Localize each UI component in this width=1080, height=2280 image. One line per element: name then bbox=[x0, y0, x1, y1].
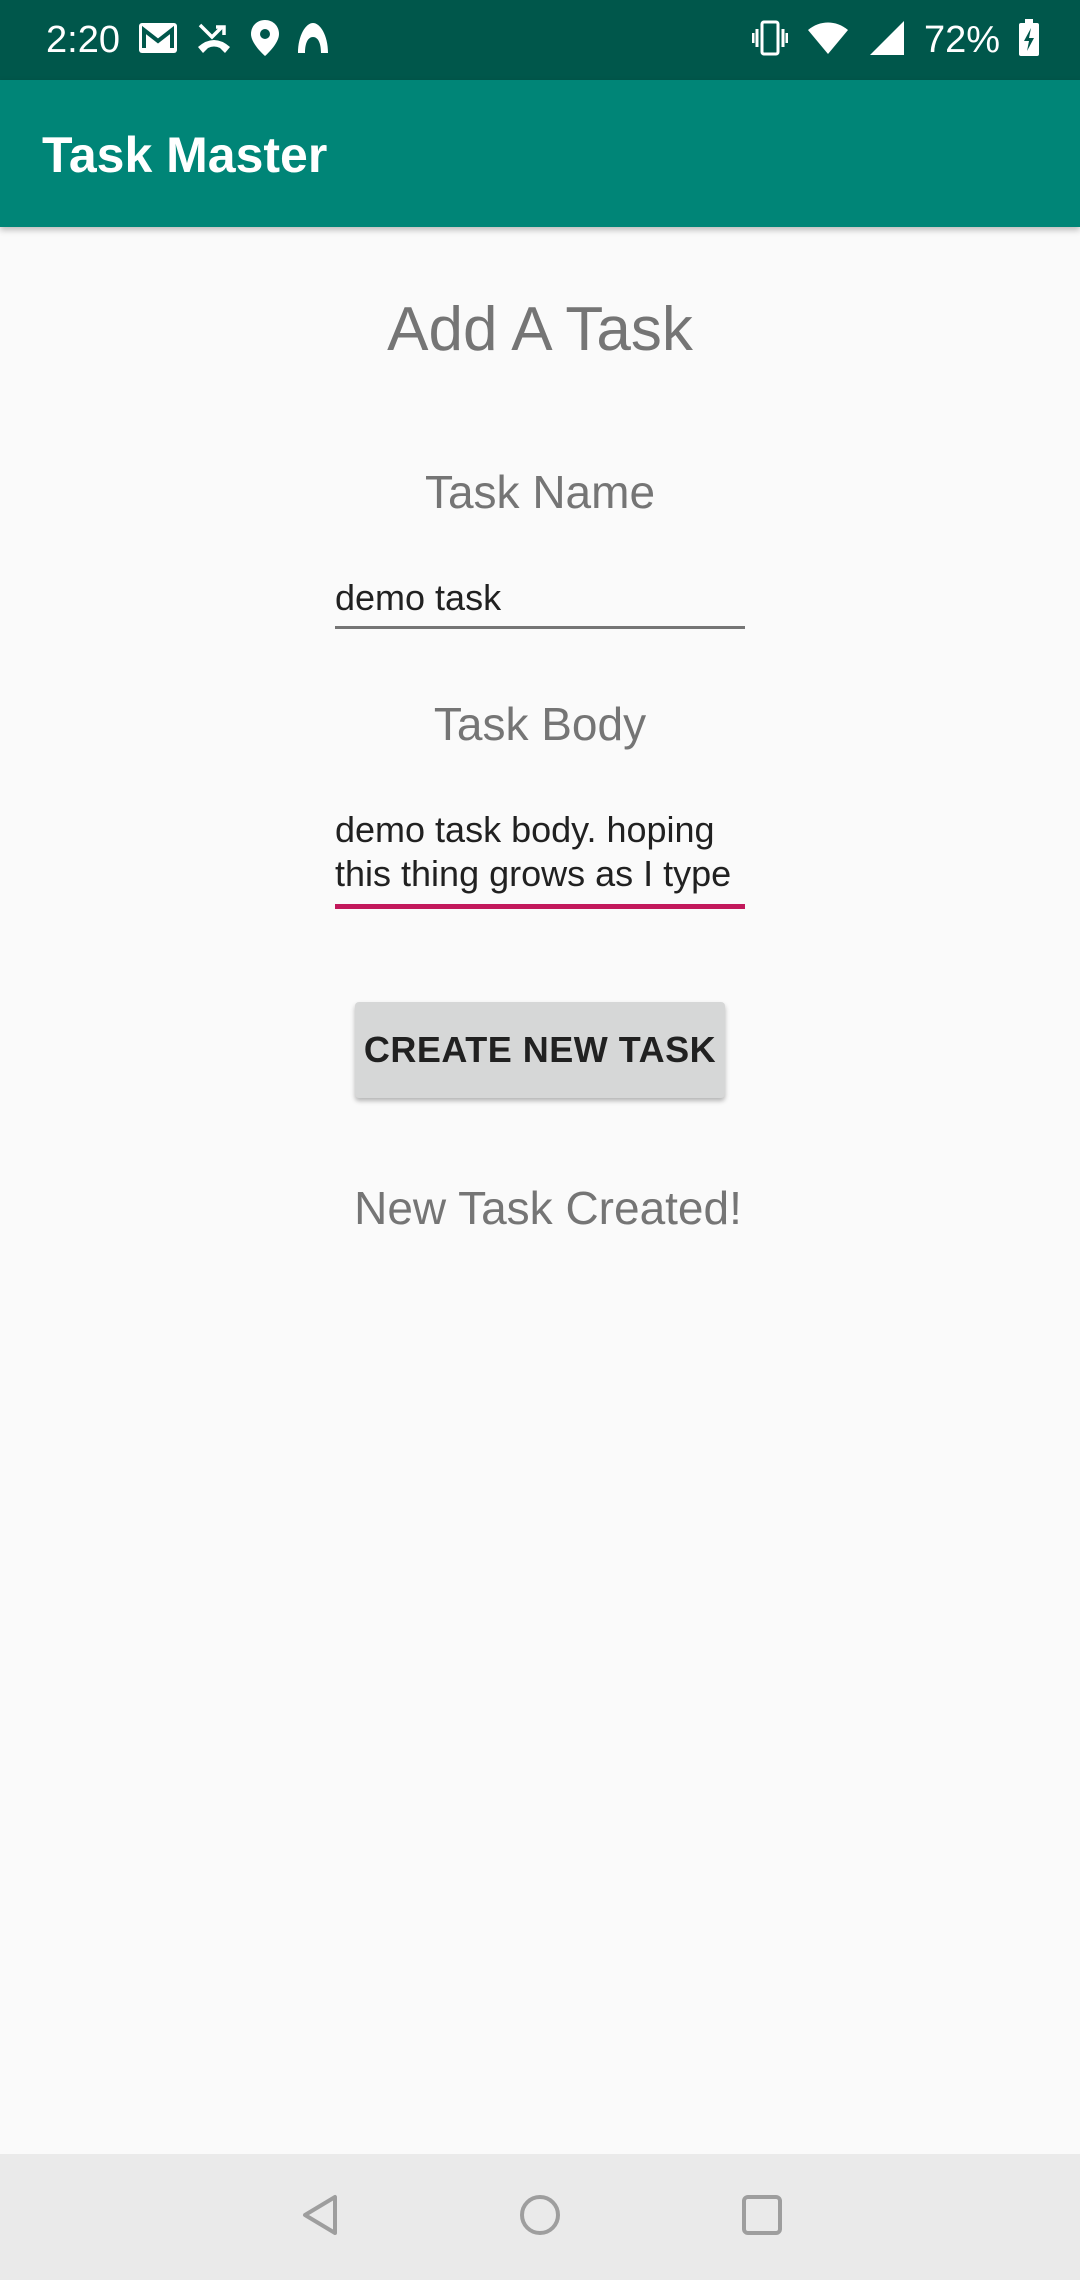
navigation-bar bbox=[0, 2154, 1080, 2280]
battery-percentage: 72% bbox=[923, 19, 1000, 61]
task-name-input[interactable]: demo task bbox=[335, 572, 745, 629]
cellular-signal-icon bbox=[868, 19, 906, 62]
task-body-line: demo task body. hoping bbox=[335, 809, 715, 850]
recents-icon bbox=[739, 2192, 785, 2243]
page-title: Add A Task bbox=[387, 295, 693, 364]
task-body-label: Task Body bbox=[433, 698, 647, 750]
back-button[interactable] bbox=[288, 2184, 354, 2250]
task-created-message: New Task Created! bbox=[354, 1182, 742, 1234]
home-icon bbox=[517, 2192, 563, 2243]
create-new-task-button[interactable]: CREATE NEW TASK bbox=[355, 1002, 725, 1098]
task-name-label: Task Name bbox=[424, 466, 656, 518]
task-name-value: demo task bbox=[335, 577, 502, 618]
missed-call-icon bbox=[194, 21, 234, 60]
home-button[interactable] bbox=[507, 2184, 573, 2250]
vibrate-icon bbox=[751, 19, 789, 62]
status-time: 2:20 bbox=[46, 19, 120, 61]
task-body-input[interactable]: demo task body. hoping this thing grows … bbox=[335, 804, 745, 909]
back-icon bbox=[298, 2192, 344, 2243]
recents-button[interactable] bbox=[729, 2184, 795, 2250]
notification-icons bbox=[138, 18, 330, 62]
status-bar: 2:20 72% bbox=[0, 0, 1080, 80]
system-status-icons: 72% bbox=[751, 14, 1040, 66]
task-body-line: this thing grows as I type bbox=[335, 853, 732, 894]
app-bar: Task Master bbox=[0, 80, 1080, 227]
location-pin-icon bbox=[250, 19, 280, 62]
battery-charging-icon bbox=[1018, 18, 1040, 62]
wifi-icon bbox=[806, 20, 850, 61]
gmail-icon bbox=[138, 22, 178, 59]
app-title: Task Master bbox=[42, 127, 328, 183]
app-notification-icon bbox=[296, 21, 330, 60]
